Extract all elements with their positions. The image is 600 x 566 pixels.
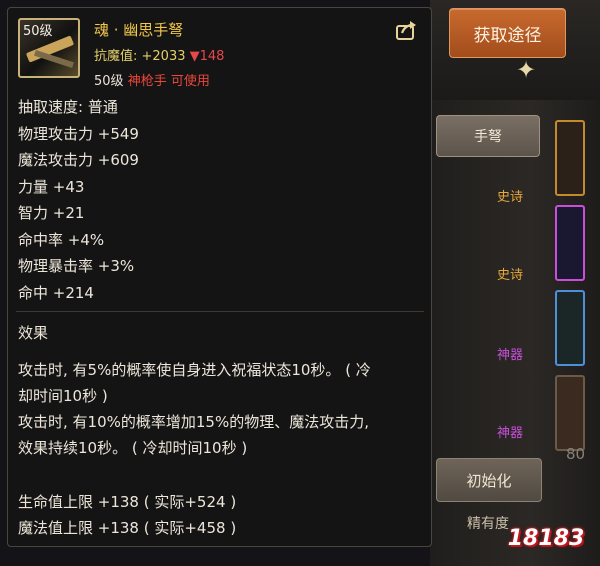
resist-label: 抗魔值: — [94, 49, 142, 64]
stat-line: 魔法攻击力 +609 — [18, 151, 139, 169]
bonus-line: 生命值上限 +138 ( 实际+524 ) — [18, 493, 237, 511]
item-thumbnail[interactable] — [555, 205, 585, 281]
rarity-label: 史诗 — [497, 268, 524, 283]
effect-line: 攻击时, 有5%的概率使自身进入祝福状态10秒。 ( 冷 — [18, 361, 371, 379]
resist-row: 抗魔值: +2033 ▼148 — [94, 45, 224, 64]
stat-line: 命中 +214 — [18, 283, 94, 302]
stat-line: 智力 +21 — [18, 204, 85, 222]
item-thumbnail[interactable] — [555, 290, 585, 366]
initialize-button[interactable]: 初始化 — [436, 458, 542, 502]
stats-list: 抽取速度: 普通 物理攻击力 +549 魔法攻击力 +609 力量 +43 智力… — [18, 94, 139, 306]
requirement-row: 50级 神枪手 可使用 — [94, 70, 210, 89]
stat-line: 物理暴击率 +3% — [18, 257, 135, 275]
effect-line: 攻击时, 有10%的概率增加15%的物理、魔法攻击力, — [18, 413, 369, 431]
rarity-label: 神器 — [497, 426, 524, 441]
required-class: 神枪手 可使用 — [127, 74, 210, 89]
stat-line: 力量 +43 — [18, 177, 85, 196]
divider — [16, 311, 424, 312]
counter-text: 80 — [566, 445, 586, 463]
star-icon: ✦ — [515, 56, 537, 84]
bonus-line: 魔法值上限 +138 ( 实际+458 ) — [18, 519, 237, 537]
weapon-icon: 50级 — [18, 18, 80, 78]
item-level-badge: 50级 — [23, 24, 53, 39]
effect-line: 却时间10秒 ) — [18, 387, 108, 405]
rarity-label: 史诗 — [497, 190, 524, 205]
category-button[interactable]: 手弩 — [436, 115, 540, 157]
stat-line: 命中率 +4% — [18, 230, 105, 249]
resist-diff: ▼148 — [189, 49, 225, 64]
rarity-label: 神器 — [497, 348, 524, 363]
share-icon[interactable] — [396, 20, 418, 40]
stat-line: 物理攻击力 +549 — [18, 124, 139, 143]
site-logo: 18183 — [507, 525, 585, 551]
effect-title: 效果 — [18, 324, 49, 342]
required-level: 50级 — [94, 74, 124, 89]
get-source-button[interactable]: 获取途径 — [449, 8, 566, 58]
effect-line: 效果持续10秒。 ( 冷却时间10秒 ) — [18, 439, 248, 457]
bonus-stats: 生命值上限 +138 ( 实际+524 ) 魔法值上限 +138 ( 实际+45… — [18, 489, 236, 541]
item-thumbnail[interactable] — [555, 120, 585, 196]
item-name: 魂 · 幽思手弩 — [94, 21, 184, 39]
item-thumbnail[interactable] — [555, 375, 585, 451]
stat-line: 抽取速度: 普通 — [18, 98, 118, 116]
resist-value: +2033 — [141, 49, 186, 64]
effect-description: 攻击时, 有5%的概率使自身进入祝福状态10秒。 ( 冷 却时间10秒 ) 攻击… — [18, 357, 418, 461]
